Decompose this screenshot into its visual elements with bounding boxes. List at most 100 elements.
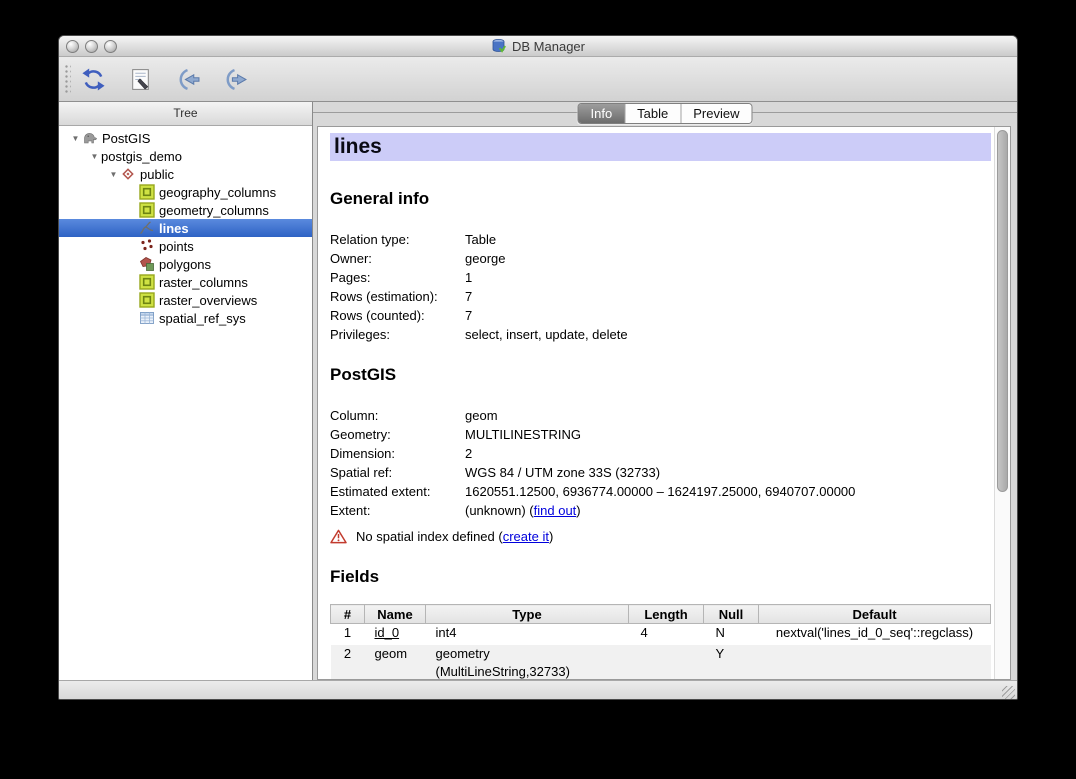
fields-cell: Y: [704, 645, 759, 680]
fields-cell: int4: [426, 624, 629, 645]
info-value: Table: [465, 232, 496, 247]
expander-icon[interactable]: ▼: [88, 152, 101, 161]
warning-text: No spatial index defined (create it): [356, 529, 553, 544]
vertical-scrollbar[interactable]: [994, 127, 1010, 679]
fields-col-header: Name: [365, 605, 426, 624]
refresh-button[interactable]: [78, 64, 108, 94]
expander-icon[interactable]: ▼: [69, 134, 82, 143]
close-button[interactable]: [66, 40, 79, 53]
tab-info[interactable]: Info: [578, 104, 624, 123]
info-value: 7: [465, 308, 472, 323]
fields-table: #NameTypeLengthNullDefault 1id_0int44Nne…: [330, 604, 991, 679]
spatial-index-warning: No spatial index defined (create it): [330, 527, 991, 546]
tree-item-label: public: [140, 167, 174, 182]
info-label: Rows (estimation):: [330, 287, 465, 306]
info-row: Extent:(unknown) (find out): [330, 501, 991, 520]
window-title-area: DB Manager: [59, 36, 1017, 56]
toolbar-drag-handle[interactable]: [64, 64, 71, 94]
tree-item-label: raster_columns: [159, 275, 248, 290]
tree-item-public[interactable]: ▼ public: [59, 165, 312, 183]
fields-cell: 1: [331, 624, 365, 645]
tree-item-label: raster_overviews: [159, 293, 257, 308]
tree-item-geometry_columns[interactable]: geometry_columns: [59, 201, 312, 219]
general-info-heading: General info: [330, 189, 991, 209]
info-value: 2: [465, 446, 472, 461]
tab-table[interactable]: Table: [624, 104, 680, 123]
tree-item-postgis_demo[interactable]: ▼postgis_demo: [59, 147, 312, 165]
titlebar: DB Manager: [59, 36, 1017, 57]
db-manager-icon: [491, 38, 507, 54]
tree-item-polygons[interactable]: polygons: [59, 255, 312, 273]
db-manager-window: DB Manager Tree ▼PostGIS▼postgis_demo▼pu…: [58, 35, 1018, 700]
tree-item-raster_columns[interactable]: raster_columns: [59, 273, 312, 291]
postgis-rows: Column:geomGeometry:MULTILINESTRINGDimen…: [330, 406, 991, 520]
tree-item-label: postgis_demo: [101, 149, 182, 164]
tree-item-label: geography_columns: [159, 185, 276, 200]
tree-item-label: polygons: [159, 257, 211, 272]
status-bar: [59, 680, 1017, 700]
fields-cell: N: [704, 624, 759, 645]
info-label: Dimension:: [330, 444, 465, 463]
tree-item-geography_columns[interactable]: geography_columns: [59, 183, 312, 201]
info-value: WGS 84 / UTM zone 33S (32733): [465, 465, 660, 480]
info-value: 1: [465, 270, 472, 285]
main-area: Tree ▼PostGIS▼postgis_demo▼publicgeograp…: [59, 102, 1017, 680]
fields-row: 2geomgeometry (MultiLineString,32733)Y: [331, 645, 991, 680]
info-row: Owner:george: [330, 249, 991, 268]
sql-window-icon: [128, 67, 153, 92]
info-label: Owner:: [330, 249, 465, 268]
tree-item-label: points: [159, 239, 194, 254]
tree-item-label: lines: [159, 221, 189, 236]
info-label: Estimated extent:: [330, 482, 465, 501]
scrollbar-thumb[interactable]: [997, 130, 1008, 492]
info-value: 1620551.12500, 6936774.00000 – 1624197.2…: [465, 484, 855, 499]
info-row: Spatial ref:WGS 84 / UTM zone 33S (32733…: [330, 463, 991, 482]
info-row: Dimension:2: [330, 444, 991, 463]
fields-col-header: Length: [629, 605, 704, 624]
schema-icon: [120, 166, 136, 182]
tab-bar: InfoTablePreview: [577, 103, 752, 124]
window-title: DB Manager: [512, 39, 585, 54]
info-value: geom: [465, 408, 498, 423]
find-out-link[interactable]: find out: [534, 503, 577, 518]
info-label: Pages:: [330, 268, 465, 287]
postgis-heading: PostGIS: [330, 365, 991, 385]
fields-cell: geometry (MultiLineString,32733): [426, 645, 629, 680]
info-label: Spatial ref:: [330, 463, 465, 482]
fields-cell: geom: [365, 645, 426, 680]
fields-cell: nextval('lines_id_0_seq'::regclass): [759, 624, 991, 645]
fields-col-header: Default: [759, 605, 991, 624]
tab-preview[interactable]: Preview: [680, 104, 751, 123]
info-label: Privileges:: [330, 325, 465, 344]
sql-window-button[interactable]: [125, 64, 155, 94]
table-green-icon: [139, 202, 155, 218]
info-value: (unknown) (find out): [465, 503, 581, 518]
tree-item-spatial_ref_sys[interactable]: spatial_ref_sys: [59, 309, 312, 327]
info-row: Rows (estimation):7: [330, 287, 991, 306]
import-layer-button[interactable]: [172, 64, 202, 94]
tree-item-PostGIS[interactable]: ▼PostGIS: [59, 129, 312, 147]
info-row: Rows (counted):7: [330, 306, 991, 325]
info-value: MULTILINESTRING: [465, 427, 581, 442]
table-grid-icon: [139, 310, 155, 326]
info-row: Estimated extent:1620551.12500, 6936774.…: [330, 482, 991, 501]
tree-item-points[interactable]: points: [59, 237, 312, 255]
tree-item-raster_overviews[interactable]: raster_overviews: [59, 291, 312, 309]
expander-icon[interactable]: ▼: [107, 170, 120, 179]
fields-cell: id_0: [365, 624, 426, 645]
postgis-icon: [82, 130, 98, 146]
create-index-link[interactable]: create it: [503, 529, 549, 544]
minimize-button[interactable]: [85, 40, 98, 53]
info-row: Privileges:select, insert, update, delet…: [330, 325, 991, 344]
tree-panel-header: Tree: [59, 102, 312, 126]
points-icon: [139, 238, 155, 254]
tree-panel: Tree ▼PostGIS▼postgis_demo▼publicgeograp…: [59, 102, 313, 680]
fields-row: 1id_0int44Nnextval('lines_id_0_seq'::reg…: [331, 624, 991, 645]
tree-item-lines[interactable]: lines: [59, 219, 312, 237]
table-green-icon: [139, 184, 155, 200]
zoom-button[interactable]: [104, 40, 117, 53]
db-tree: ▼PostGIS▼postgis_demo▼publicgeography_co…: [59, 126, 312, 680]
resize-grip[interactable]: [1002, 686, 1015, 699]
export-layer-button[interactable]: [219, 64, 249, 94]
info-row: Pages:1: [330, 268, 991, 287]
